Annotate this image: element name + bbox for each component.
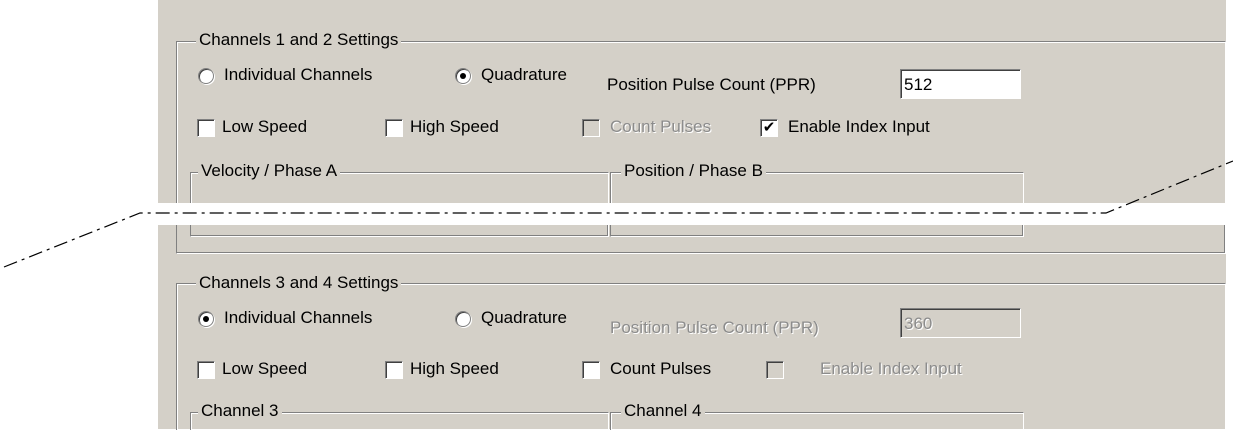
break-line [3, 160, 1233, 268]
